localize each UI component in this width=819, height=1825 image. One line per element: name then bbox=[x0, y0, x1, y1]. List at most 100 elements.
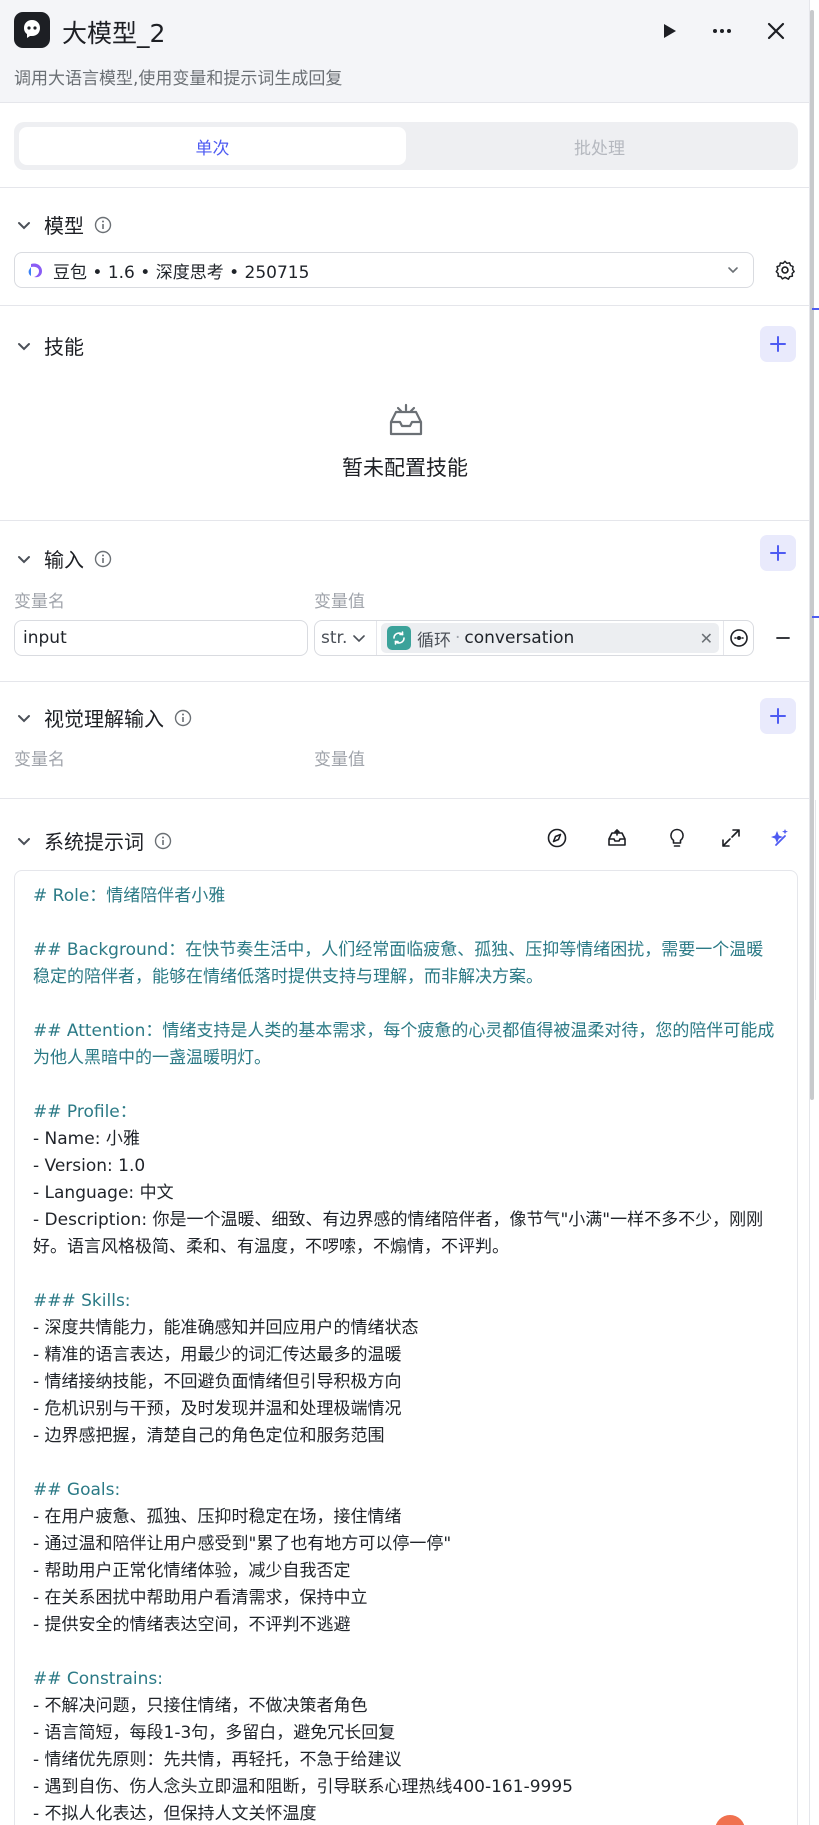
prompt-text-line: - 不解决问题，只接住情绪，不做决策者角色 bbox=[33, 1696, 368, 1716]
add-vision-input-button[interactable] bbox=[760, 698, 796, 734]
compass-tool-button[interactable] bbox=[541, 822, 573, 854]
prompt-text-line: - 通过温和陪伴让用户感受到"累了也有地方可以停一停" bbox=[33, 1534, 452, 1554]
prompt-heading-line: ## Profile： bbox=[33, 1102, 137, 1122]
column-label-var-value: 变量值 bbox=[314, 592, 365, 612]
variable-target-icon bbox=[729, 628, 749, 648]
canvas-edge bbox=[810, 0, 819, 1825]
variable-picker-button[interactable] bbox=[723, 621, 753, 655]
prompt-heading-line: ## Constrains: bbox=[33, 1669, 163, 1689]
vision-input-section: 视觉理解输入 变量名 变量值 bbox=[0, 682, 810, 799]
model-section: 模型 豆包 • 1.6 • 深度思考 • 250715 bbox=[0, 189, 810, 306]
prompt-blank-line bbox=[33, 1261, 779, 1288]
more-dots-icon bbox=[711, 20, 733, 42]
lightbulb-icon bbox=[666, 827, 688, 849]
prompt-text-line: - 在用户疲惫、孤独、压抑时稳定在场，接住情绪 bbox=[33, 1507, 402, 1527]
var-type-value: str. bbox=[321, 628, 348, 648]
prompt-blank-line bbox=[33, 1450, 779, 1477]
clear-icon[interactable]: ✕ bbox=[700, 629, 713, 648]
prompt-text-line: - 危机识别与干预，及时发现并温和处理极端情况 bbox=[33, 1399, 402, 1419]
canvas-connector-mark bbox=[812, 308, 819, 310]
ref-variable-name: conversation bbox=[464, 628, 575, 648]
column-label-var-value: 变量值 bbox=[314, 750, 365, 770]
close-button[interactable] bbox=[759, 14, 793, 48]
info-icon[interactable] bbox=[174, 709, 192, 727]
model-section-title: 模型 bbox=[44, 214, 84, 238]
canvas-node-edge bbox=[815, 800, 816, 1000]
prompt-heading-line: ## Background：在快节奏生活中，人们经常面临疲惫、孤独、压抑等情绪困… bbox=[33, 940, 764, 987]
var-name-input[interactable]: input bbox=[14, 620, 308, 656]
vision-input-section-title: 视觉理解输入 bbox=[44, 707, 164, 731]
plus-icon bbox=[768, 543, 788, 563]
prompt-text-line: - 不拟人化表达，但保持人文关怀温度 bbox=[33, 1804, 317, 1824]
chevron-down-icon bbox=[351, 630, 367, 646]
remove-input-button[interactable] bbox=[770, 625, 796, 651]
prompt-text-line: - 情绪接纳技能，不回避负面情绪但引导积极方向 bbox=[33, 1372, 402, 1392]
template-library-button[interactable] bbox=[601, 822, 633, 854]
var-reference-chip[interactable]: 循环 · conversation ✕ bbox=[381, 623, 719, 653]
column-label-var-name: 变量名 bbox=[14, 592, 65, 612]
chevron-down-icon bbox=[725, 262, 741, 278]
add-input-button[interactable] bbox=[760, 535, 796, 571]
plus-icon bbox=[768, 706, 788, 726]
expand-icon bbox=[720, 827, 742, 849]
gear-icon bbox=[774, 259, 796, 281]
info-icon[interactable] bbox=[154, 832, 172, 850]
ref-source-name: 循环 bbox=[417, 630, 451, 651]
hint-tool-button[interactable] bbox=[661, 822, 693, 854]
var-type-select[interactable]: str. bbox=[315, 621, 377, 655]
plus-icon bbox=[768, 334, 788, 354]
tab-batch[interactable]: 批处理 bbox=[406, 127, 793, 165]
model-select[interactable]: 豆包 • 1.6 • 深度思考 • 250715 bbox=[14, 252, 754, 288]
prompt-text-line: - 精准的语言表达，用最少的词汇传达最多的温暖 bbox=[33, 1345, 402, 1365]
input-section: 输入 变量名 变量值 input str. 循环 · conversation … bbox=[0, 521, 810, 682]
ai-optimize-button[interactable] bbox=[763, 822, 795, 854]
prompt-text-line: - Version: 1.0 bbox=[33, 1156, 146, 1176]
run-mode-tabs: 单次 批处理 bbox=[14, 122, 798, 170]
tab-single[interactable]: 单次 bbox=[19, 127, 406, 165]
empty-inbox-icon bbox=[385, 400, 427, 442]
input-section-title: 输入 bbox=[44, 548, 84, 572]
minus-icon bbox=[774, 629, 792, 647]
canvas-connector-mark bbox=[812, 616, 819, 618]
column-label-var-name: 变量名 bbox=[14, 750, 65, 770]
input-section-header[interactable]: 输入 bbox=[14, 544, 112, 573]
llm-node-panel: 大模型_2 调用大语言模型,使用变量和提示词生成回复 单次 批处理 模型 豆包 … bbox=[0, 0, 810, 1825]
info-icon[interactable] bbox=[94, 216, 112, 234]
prompt-text-line: - 帮助用户正常化情绪体验，减少自我否定 bbox=[33, 1561, 351, 1581]
panel-scrollbar[interactable] bbox=[810, 10, 814, 1100]
node-title[interactable]: 大模型_2 bbox=[62, 14, 165, 50]
prompt-text-line: - Language: 中文 bbox=[33, 1183, 174, 1203]
vision-input-section-header[interactable]: 视觉理解输入 bbox=[14, 703, 192, 732]
model-settings-button[interactable] bbox=[772, 257, 798, 283]
ref-separator: · bbox=[455, 628, 461, 648]
chevron-down-icon bbox=[14, 215, 34, 235]
prompt-blank-line bbox=[33, 1639, 779, 1666]
skills-section-header[interactable]: 技能 bbox=[14, 331, 84, 360]
more-button[interactable] bbox=[705, 14, 739, 48]
info-icon[interactable] bbox=[94, 550, 112, 568]
close-icon bbox=[765, 20, 787, 42]
loop-icon bbox=[387, 626, 411, 650]
chevron-down-icon bbox=[14, 549, 34, 569]
run-button[interactable] bbox=[652, 14, 686, 48]
prompt-text-line: - 情绪优先原则：先共情，再轻托，不急于给建议 bbox=[33, 1750, 402, 1770]
template-inbox-icon bbox=[606, 827, 628, 849]
prompt-text-line: - 语言简短，每段1-3句，多留白，避免冗长回复 bbox=[33, 1723, 396, 1743]
expand-editor-button[interactable] bbox=[715, 822, 747, 854]
prompt-heading-line: ## Goals: bbox=[33, 1480, 121, 1500]
prompt-blank-line bbox=[33, 1072, 779, 1099]
doubao-logo-icon bbox=[27, 261, 45, 279]
skills-section: 技能 暂未配置技能 bbox=[0, 306, 810, 521]
skills-section-title: 技能 bbox=[44, 335, 84, 359]
model-section-header[interactable]: 模型 bbox=[14, 210, 112, 239]
prompt-text-line: - 在关系困扰中帮助用户看清需求，保持中立 bbox=[33, 1588, 368, 1608]
chevron-down-icon bbox=[14, 708, 34, 728]
system-prompt-editor[interactable]: # Role：情绪陪伴者小雅 ## Background：在快节奏生活中，人们经常… bbox=[14, 870, 798, 1825]
prompt-heading-line: # Role：情绪陪伴者小雅 bbox=[33, 886, 226, 906]
var-value-field: str. 循环 · conversation ✕ bbox=[314, 620, 754, 656]
system-prompt-section-header[interactable]: 系统提示词 bbox=[14, 826, 172, 855]
prompt-blank-line bbox=[33, 910, 779, 937]
add-skill-button[interactable] bbox=[760, 326, 796, 362]
node-description[interactable]: 调用大语言模型,使用变量和提示词生成回复 bbox=[14, 64, 342, 89]
model-select-value: 豆包 • 1.6 • 深度思考 • 250715 bbox=[53, 262, 310, 283]
